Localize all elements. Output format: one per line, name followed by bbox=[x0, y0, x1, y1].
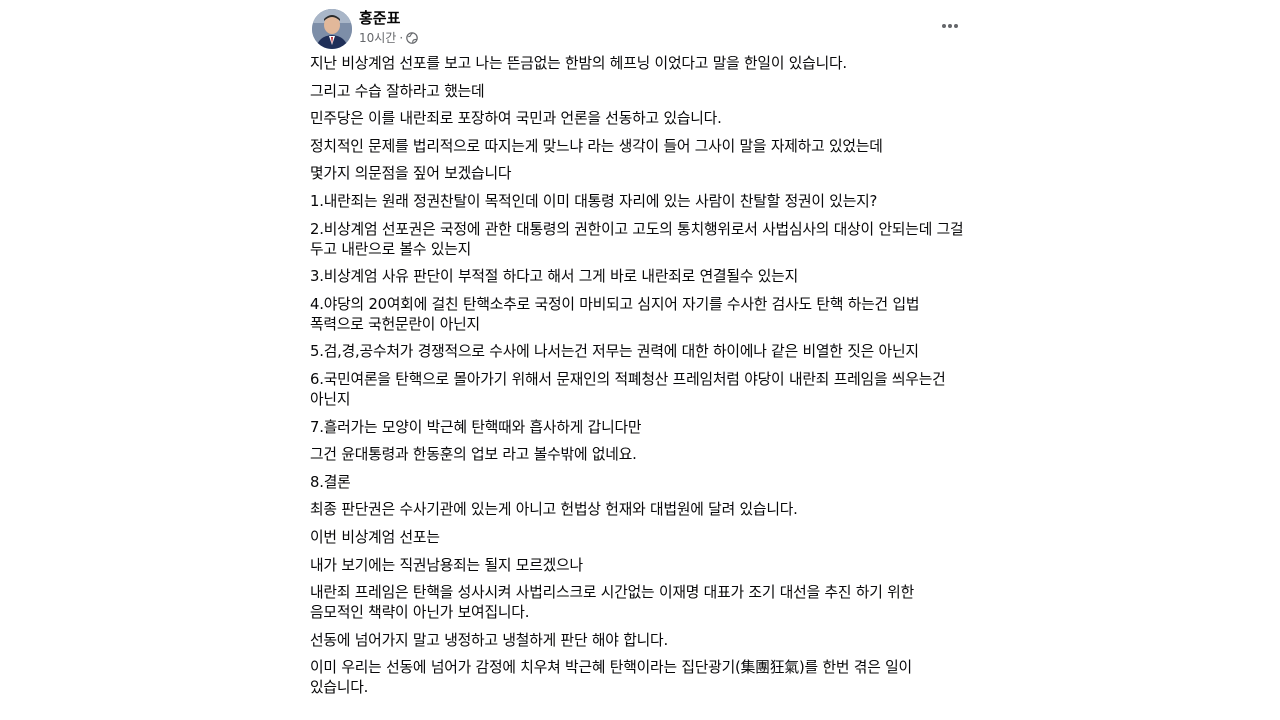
post-paragraph: 지난 비상계엄 선포를 보고 나는 뜬금없는 한밤의 헤프닝 이었다고 말을 한… bbox=[310, 55, 847, 72]
post-paragraph: 3.비상계엄 사유 판단이 부적절 하다고 해서 그게 바로 내란죄로 연결될수… bbox=[310, 268, 798, 286]
more-options-button[interactable] bbox=[934, 13, 966, 39]
post-paragraph: 이번 비상계엄 선포는 bbox=[310, 528, 440, 546]
avatar[interactable] bbox=[312, 9, 352, 49]
author-name[interactable]: 홍준표 bbox=[359, 9, 400, 27]
post-paragraph: 최종 판단권은 수사기관에 있는게 아니고 헌법상 헌재와 대법원에 달려 있습… bbox=[310, 501, 798, 519]
post-body: 지난 비상계엄 선포를 보고 나는 뜬금없는 한밤의 헤프닝 이었다고 말을 한… bbox=[310, 54, 970, 706]
post-paragraph: 8.결론 bbox=[310, 473, 351, 491]
globe-icon[interactable] bbox=[406, 32, 418, 44]
post-paragraph: 내란죄 프레임은 탄핵을 성사시켜 사법리스크로 시간없는 이재명 대표가 조기… bbox=[310, 584, 914, 622]
post-paragraph: 민주당은 이를 내란죄로 포장하여 국민과 언론을 선동하고 있습니다. bbox=[310, 110, 722, 128]
avatar-image bbox=[312, 9, 352, 49]
post-paragraph: 그건 윤대통령과 한동훈의 업보 라고 볼수밖에 없네요. bbox=[310, 446, 637, 464]
post-paragraph: 정치적인 문제를 법리적으로 따지는게 맞느냐 라는 생각이 들어 그사이 말을… bbox=[310, 137, 883, 155]
post-header: 홍준표 10시간 · bbox=[310, 8, 970, 50]
post-paragraph: 7.흘러가는 모양이 박근혜 탄핵때와 흡사하게 갑니다만 bbox=[310, 418, 642, 436]
post-paragraph: 5.검,경,공수처가 경쟁적으로 수사에 나서는건 저무는 권력에 대한 하이에… bbox=[310, 343, 919, 361]
post-paragraph: 2.비상계엄 선포권은 국정에 관한 대통령의 권한이고 고도의 통치행위로서 … bbox=[310, 220, 964, 258]
post-time[interactable]: 10시간 bbox=[359, 30, 396, 46]
post-card: 홍준표 10시간 · 지난 비상계엄 선포를 보고 나는 뜬금없는 한밤의 헤프… bbox=[298, 0, 982, 720]
post-paragraph: 내가 보기에는 직권남용죄는 될지 모르겠으나 bbox=[310, 556, 583, 574]
post-paragraph: 1.내란죄는 원래 정권찬탈이 목적인데 이미 대통령 자리에 있는 사람이 찬… bbox=[310, 192, 878, 210]
post-paragraph: 이미 우리는 선동에 넘어가 감정에 치우쳐 박근혜 탄핵이라는 집단광기(集團… bbox=[310, 659, 912, 697]
meta-separator: · bbox=[399, 31, 404, 45]
post-paragraph: 그리고 수습 잘하라고 했는데 bbox=[310, 82, 485, 100]
post-paragraph: 선동에 넘어가지 말고 냉정하고 냉철하게 판단 해야 합니다. bbox=[310, 631, 668, 649]
post-meta: 10시간 · bbox=[359, 30, 418, 46]
more-horizontal-icon bbox=[942, 24, 958, 28]
post-paragraph: 6.국민여론을 탄핵으로 몰아가기 위해서 문재인의 적폐청산 프레임처럼 야당… bbox=[310, 370, 946, 408]
post-paragraph: 몇가지 의문점을 짚어 보겠습니다 bbox=[310, 165, 512, 183]
post-paragraph: 4.야당의 20여회에 걸친 탄핵소추로 국정이 마비되고 심지어 자기를 수사… bbox=[310, 295, 920, 333]
